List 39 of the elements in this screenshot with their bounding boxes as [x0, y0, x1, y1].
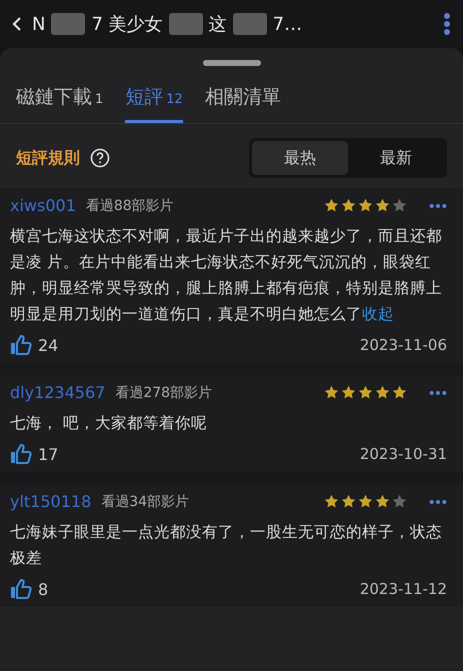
redaction-mark [51, 13, 86, 35]
page-title: 7 美少女 [91, 13, 163, 36]
username[interactable]: xiws001 [10, 196, 76, 215]
redaction-mark [232, 13, 267, 35]
page-title: N [32, 14, 46, 34]
watched-count: 看過88部影片 [86, 196, 174, 214]
sort-option[interactable]: 最热 [252, 141, 348, 175]
page-title: 这 [208, 13, 227, 36]
sort-option[interactable]: 最新 [348, 141, 444, 175]
watched-count: 看過34部影片 [101, 492, 190, 510]
collapse-link[interactable]: 收起 [362, 305, 394, 323]
comment-text: 七海， 吧，大家都等着你呢 [10, 413, 208, 434]
back-icon[interactable] [12, 16, 22, 32]
thumbs-up-icon[interactable] [10, 444, 32, 464]
thumbs-up-icon[interactable] [10, 335, 32, 355]
like-count: 8 [38, 580, 48, 598]
more-icon[interactable] [429, 498, 447, 504]
more-icon[interactable] [443, 12, 451, 36]
username[interactable]: ylt150118 [10, 492, 92, 511]
rules-link[interactable]: 短評規則 [16, 148, 80, 168]
redaction-mark [168, 13, 203, 35]
comment-date: 2023-10-31 [360, 445, 447, 463]
comment-date: 2023-11-06 [360, 336, 447, 354]
page-title: 7… [272, 14, 302, 34]
username[interactable]: dly1234567 [10, 383, 106, 402]
watched-count: 看過278部影片 [115, 384, 212, 402]
like-count: 24 [38, 336, 58, 354]
comment-text: 横宫七海这状态不对啊，最近片子出的越来越少了，而且还都是凌 片。在片中能看出来七海状态不好死气沉沉的，眼袋红肿，明显经常哭导致的，腿上胳膊上都有疤痕，特别是胳膊上明显是用刀划的一道道伤口，真是不明白她怎么了 收起 [10, 226, 443, 325]
tab[interactable]: 磁鏈下載 1 [16, 80, 104, 123]
drag-handle[interactable] [202, 60, 260, 66]
comment-date: 2023-11-12 [360, 580, 447, 598]
help-icon[interactable] [90, 148, 110, 168]
tab[interactable]: 相關清單 [204, 80, 281, 123]
more-icon[interactable] [429, 390, 447, 396]
more-icon[interactable] [429, 202, 447, 208]
like-count: 17 [38, 444, 58, 464]
comment-text: 七海妹子眼里是一点光都没有了，一股生无可恋的样子，状态极差 [10, 522, 443, 569]
thumbs-up-icon[interactable] [10, 579, 32, 599]
tab[interactable]: 短評 12 [125, 80, 183, 123]
